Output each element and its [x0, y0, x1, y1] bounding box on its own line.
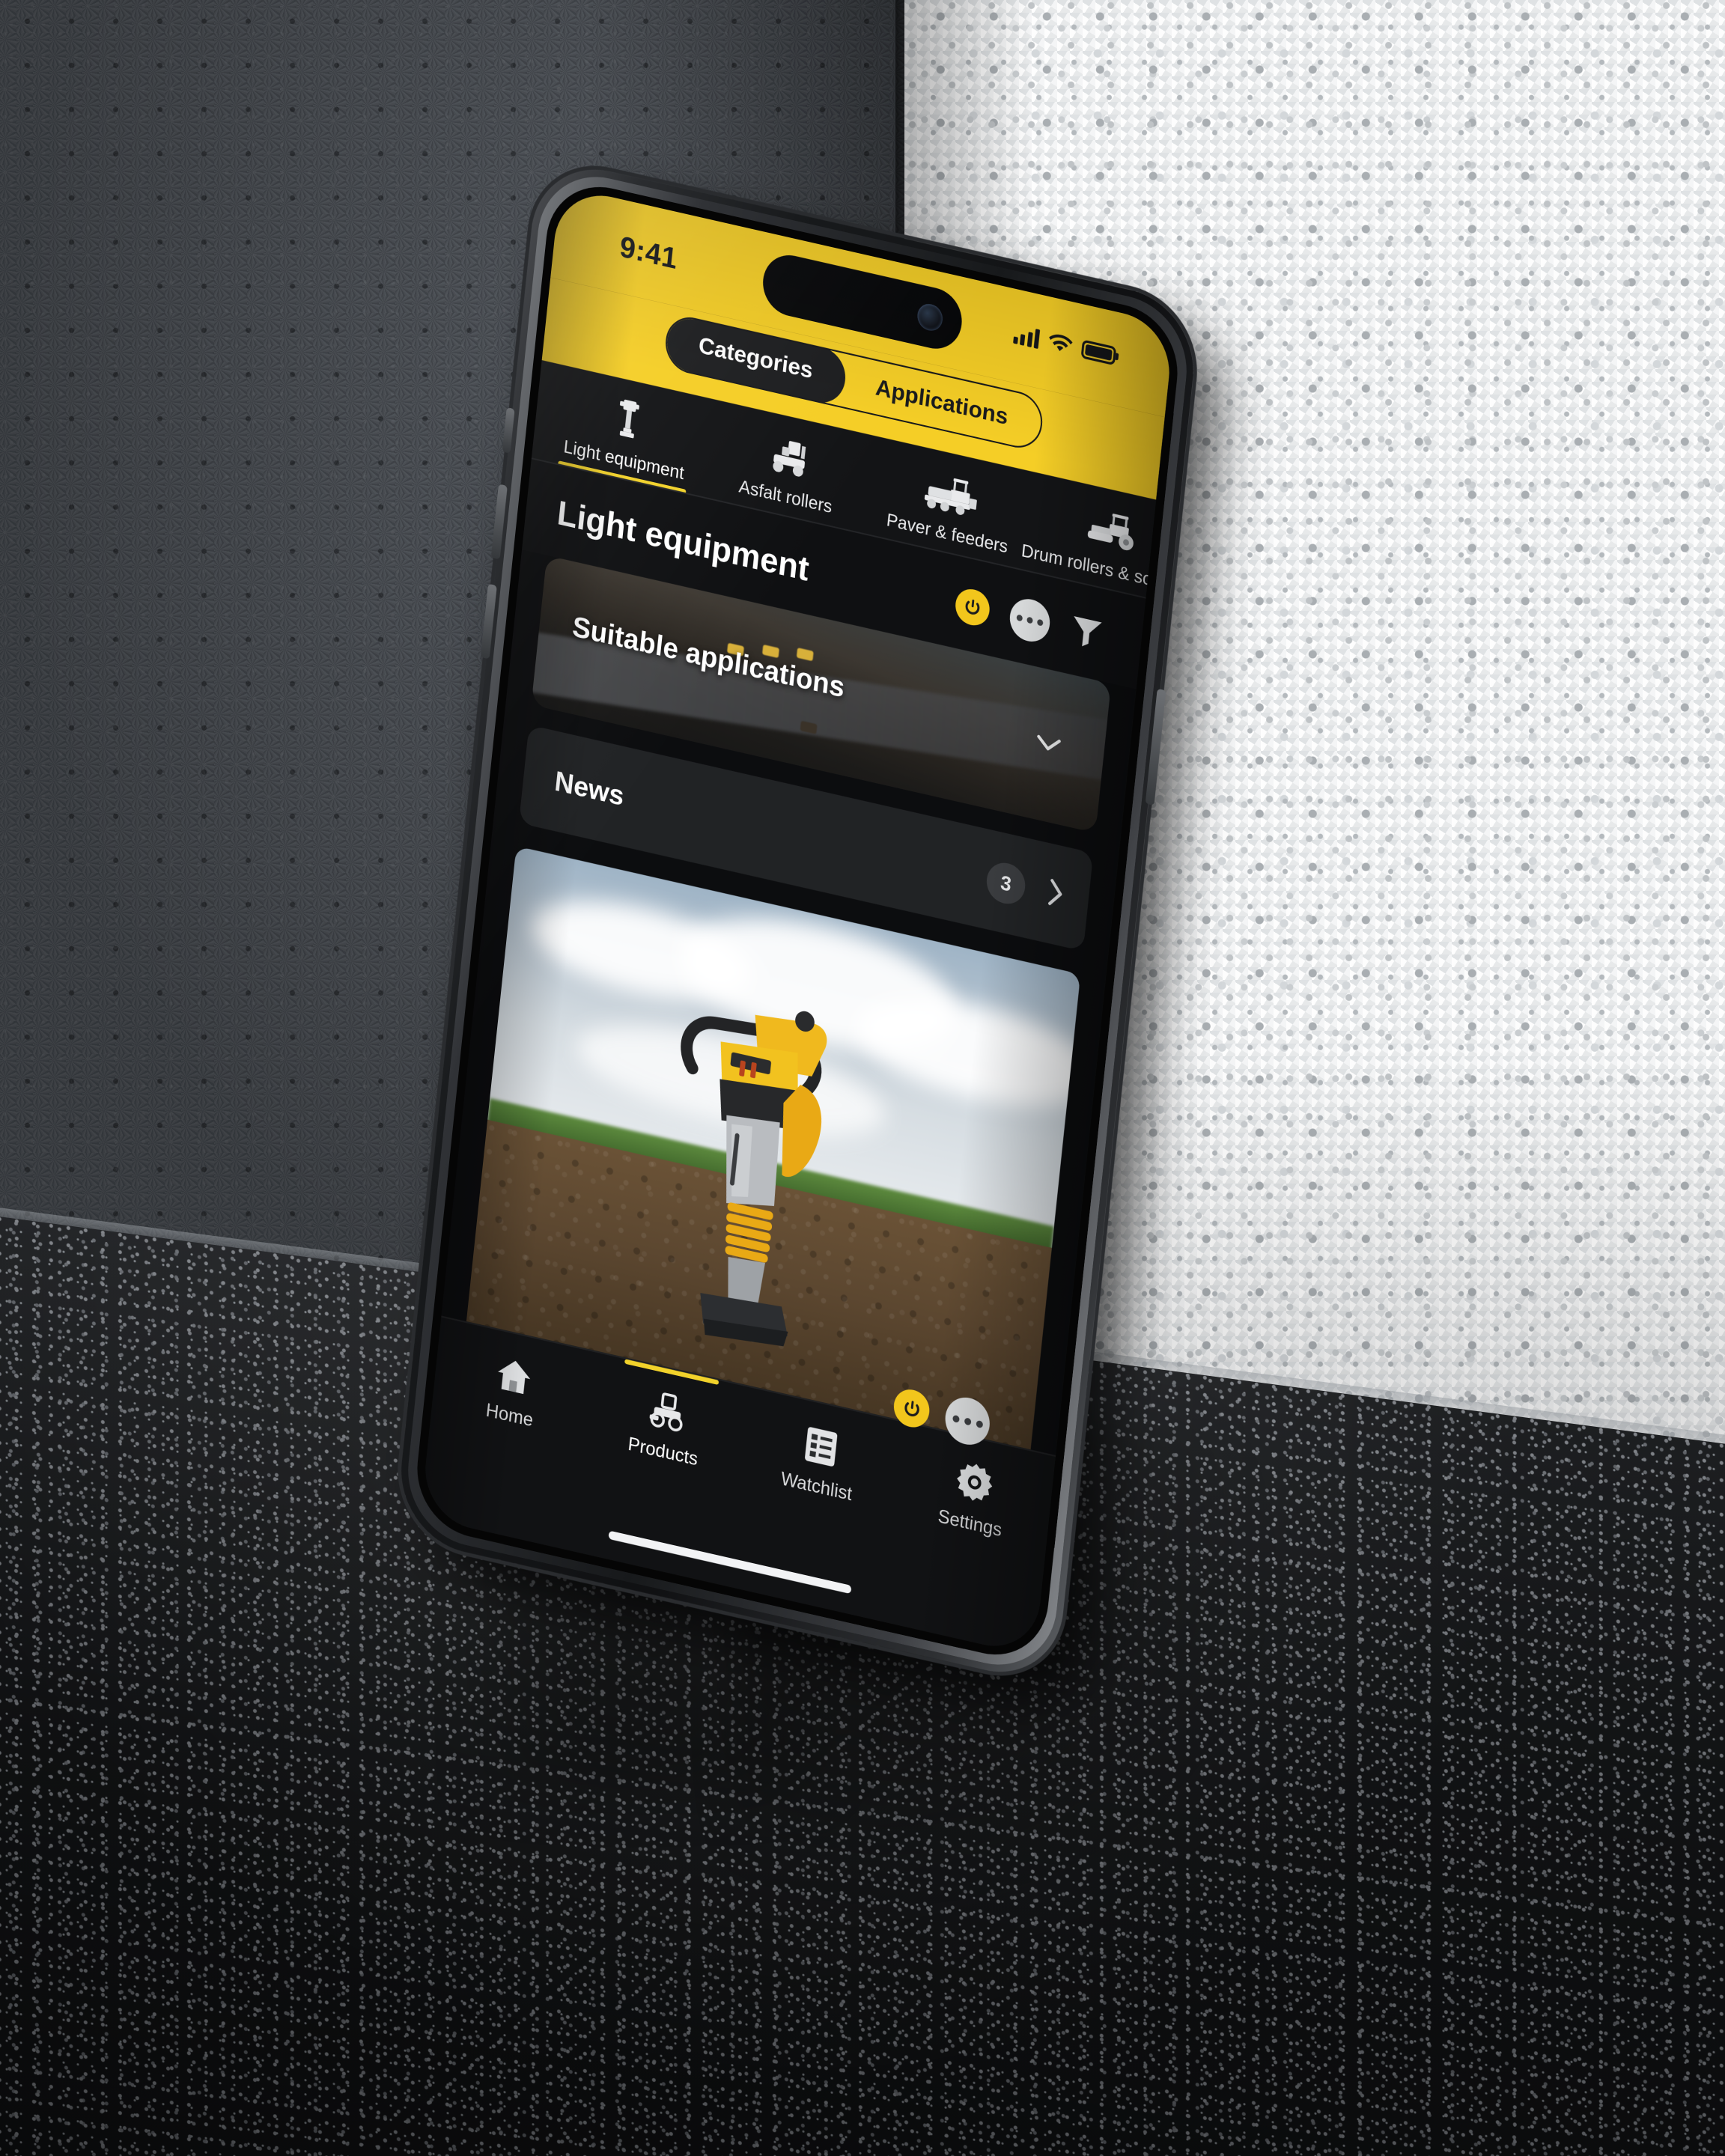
filter-funnel-icon[interactable] — [1068, 612, 1104, 655]
status-bar-indicators — [1012, 323, 1117, 367]
more-dots-icon[interactable] — [1008, 594, 1052, 646]
news-count-badge: 3 — [985, 859, 1027, 908]
nav-item-products[interactable]: Products — [596, 1377, 736, 1478]
asphalt-roller-icon — [765, 433, 813, 491]
chevron-down-icon[interactable] — [1035, 733, 1062, 759]
power-icon[interactable] — [953, 585, 991, 629]
phone-device: 9:41 Categories Applications Light equip… — [394, 155, 1201, 1687]
rammer-icon — [606, 393, 649, 454]
header-actions — [953, 582, 1104, 657]
chevron-right-icon[interactable] — [1045, 877, 1065, 913]
drum-roller-icon — [1081, 506, 1143, 567]
status-bar-time: 9:41 — [618, 231, 679, 276]
battery-icon — [1080, 339, 1117, 366]
nav-item-home[interactable]: Home — [442, 1343, 582, 1442]
roller-icon — [642, 1388, 690, 1446]
home-icon — [491, 1353, 535, 1410]
scene: 9:41 Categories Applications Light equip… — [0, 0, 1725, 2156]
cellular-signal-icon — [1012, 323, 1041, 350]
product-photo-rammer — [618, 966, 877, 1380]
decorative-machine — [796, 647, 814, 662]
cloud — [851, 978, 1081, 1127]
wifi-icon — [1047, 332, 1073, 356]
paver-icon — [919, 469, 982, 530]
